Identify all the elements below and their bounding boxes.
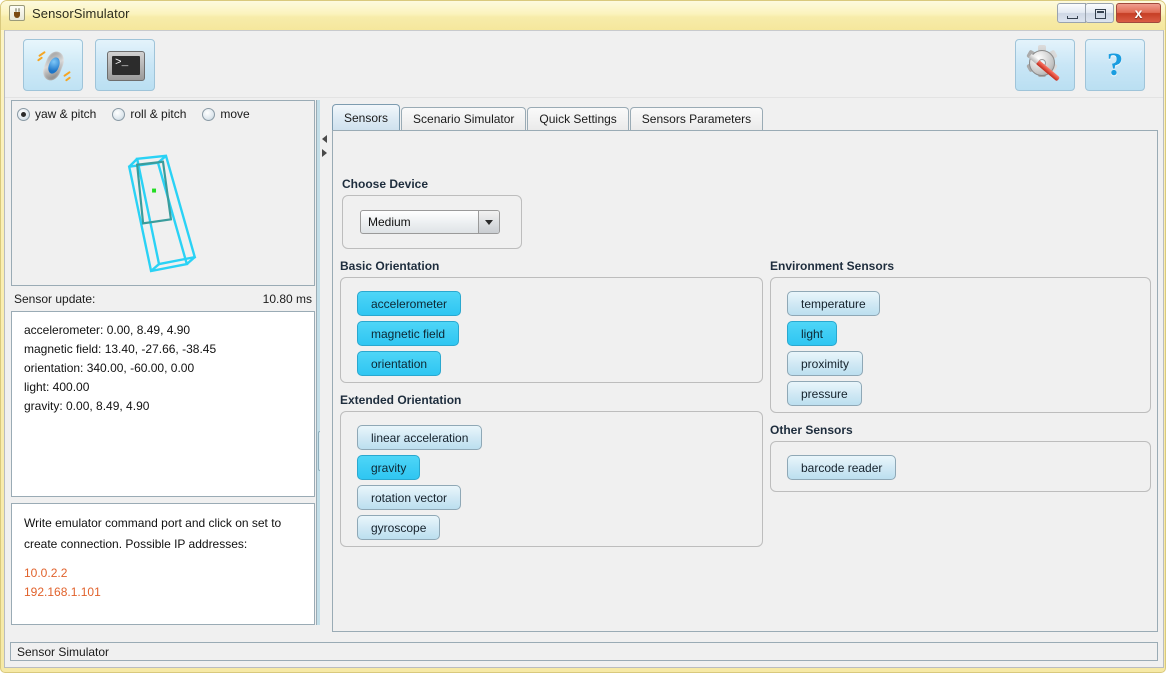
sensor-simulator-button[interactable] [23,39,83,91]
choose-device-section: Choose Device Medium [342,177,522,249]
tab-sensors[interactable]: Sensors [332,104,401,130]
radio-move[interactable]: move [202,107,250,121]
status-text: Sensor Simulator [17,644,110,659]
reading-line: magnetic field: 13.40, -27.66, -38.45 [24,342,217,356]
java-coffee-icon [9,5,25,21]
choose-device-group: Medium [342,195,522,249]
settings-button[interactable] [1015,39,1075,91]
ip-address: 192.168.1.101 [24,585,101,599]
sensor-barcode-reader[interactable]: barcode reader [787,455,897,480]
sensor-update-label: Sensor update: [14,292,96,306]
tab-scenario-simulator[interactable]: Scenario Simulator [401,107,527,130]
terminal-button[interactable] [95,39,155,91]
title-bar: SensorSimulator x [1,1,1165,30]
terminal-icon [107,51,145,81]
right-panel: Sensors Scenario Simulator Quick Setting… [332,99,1158,641]
expand-right-icon[interactable] [322,149,327,157]
extended-orientation-title: Extended Orientation [340,393,462,407]
environment-sensors-section: Environment Sensors temperature light pr… [770,259,1151,413]
reading-line: gravity: 0.00, 8.49, 4.90 [24,399,150,413]
toolbar: ? [5,31,1163,98]
tab-quick-settings[interactable]: Quick Settings [527,107,629,130]
info-line: Write emulator command port and click on… [24,516,282,530]
question-mark-icon: ? [1106,46,1124,83]
sensor-linear-acceleration[interactable]: linear acceleration [357,425,483,450]
basic-orientation-title: Basic Orientation [340,259,440,273]
tab-sensors-parameters[interactable]: Sensors Parameters [629,107,764,130]
sensor-readings-textarea[interactable]: accelerometer: 0.00, 8.49, 4.90 magnetic… [11,311,315,497]
status-bar: Sensor Simulator [10,642,1158,661]
connection-info-textarea[interactable]: Write emulator command port and click on… [11,503,315,625]
sensor-magnetic-field[interactable]: magnetic field [357,321,460,346]
tab-label: Sensors [344,110,389,125]
sensor-rotation-vector[interactable]: rotation vector [357,485,462,510]
sensor-orientation[interactable]: orientation [357,351,442,376]
tab-label: Scenario Simulator [413,112,515,126]
environment-sensors-title: Environment Sensors [770,259,895,273]
minimize-icon [1067,16,1078,19]
client-area: ? yaw & pitch roll & pitch [4,30,1164,668]
maximize-button[interactable] [1085,3,1114,23]
radio-indicator [17,107,30,121]
view-mode-radio-group: yaw & pitch roll & pitch move [17,107,266,121]
reading-line: light: 400.00 [24,380,90,394]
sensor-light[interactable]: light [787,321,838,346]
reading-line: accelerometer: 0.00, 8.49, 4.90 [24,323,191,337]
sensor-accelerometer[interactable]: accelerometer [357,291,462,316]
chevron-down-icon[interactable] [478,211,499,233]
application-window: SensorSimulator x >_ ? yaw & pitch roll … [0,0,1166,673]
choose-device-title: Choose Device [342,177,429,191]
phone-3d-wireframe[interactable] [12,125,314,284]
tab-label: Sensors Parameters [641,112,752,126]
basic-orientation-group: accelerometer magnetic field orientation [340,277,763,383]
extended-orientation-group: linear acceleration gravity rotation vec… [340,411,763,547]
sensor-update-row: Sensor update: 10.80 ms [11,289,315,309]
reading-line: orientation: 340.00, -60.00, 0.00 [24,361,195,375]
sensors-tab-panel: Choose Device Medium Basic Orientation a… [332,130,1158,632]
sensor-proximity[interactable]: proximity [787,351,864,376]
radio-label: roll & pitch [130,107,187,121]
basic-orientation-section: Basic Orientation accelerometer magnetic… [340,259,763,383]
info-line: create connection. Possible IP addresses… [24,537,248,551]
other-sensors-section: Other Sensors barcode reader [770,423,1151,492]
sensor-gravity[interactable]: gravity [357,455,421,480]
left-panel: yaw & pitch roll & pitch move Sensor upd… [10,99,327,641]
device-size-select[interactable]: Medium [360,210,500,234]
help-button[interactable]: ? [1085,39,1145,91]
sensor-gyroscope[interactable]: gyroscope [357,515,441,540]
gear-screwdriver-icon [1026,45,1065,84]
other-sensors-group: barcode reader [770,441,1151,492]
radio-label: move [220,107,250,121]
collapse-left-icon[interactable] [322,135,327,143]
device-size-value: Medium [368,215,411,229]
maximize-icon [1095,9,1106,19]
radio-roll-pitch[interactable]: roll & pitch [112,107,186,121]
window-controls: x [1057,3,1161,23]
radio-yaw-pitch[interactable]: yaw & pitch [17,107,96,121]
radio-indicator [202,107,216,121]
sensor-temperature[interactable]: temperature [787,291,880,316]
close-icon: x [1134,5,1143,21]
title-bar-left: SensorSimulator [9,5,130,21]
radio-label: yaw & pitch [35,107,97,121]
environment-sensors-group: temperature light proximity pressure [770,277,1151,413]
close-button[interactable]: x [1116,3,1161,23]
main-split-pane: yaw & pitch roll & pitch move Sensor upd… [10,99,1158,641]
extended-orientation-section: Extended Orientation linear acceleration… [340,393,763,547]
sensor-update-value: 10.80 ms [262,292,312,306]
split-pane-divider[interactable] [320,99,331,641]
tab-label: Quick Settings [539,112,617,126]
sensor-pressure[interactable]: pressure [787,381,862,406]
minimize-button[interactable] [1057,3,1086,23]
window-title: SensorSimulator [32,5,130,21]
radio-indicator [112,107,126,121]
visualization-panel: yaw & pitch roll & pitch move [11,100,315,286]
ip-address: 10.0.2.2 [24,566,68,580]
tab-bar: Sensors Scenario Simulator Quick Setting… [332,104,1158,130]
phone-shake-icon [36,48,72,84]
other-sensors-title: Other Sensors [770,423,853,437]
